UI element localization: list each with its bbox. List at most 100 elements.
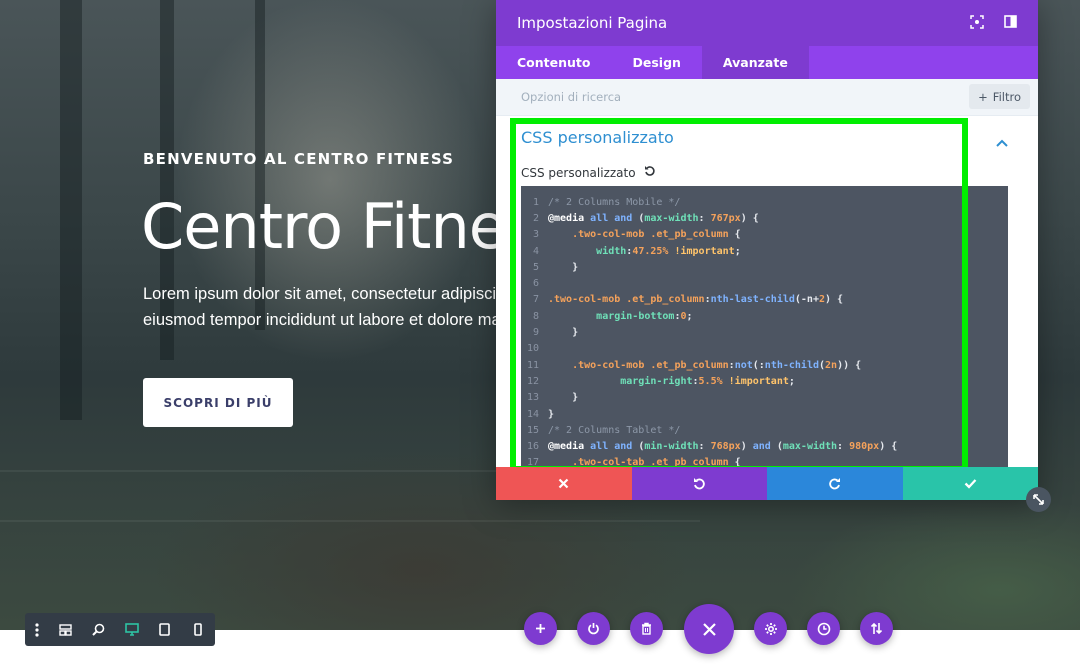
close-icon — [558, 478, 569, 489]
trash-button[interactable] — [630, 612, 663, 645]
line-number: 7 — [532, 294, 539, 306]
code-text: @media all and (min-width: 768px) and (m… — [548, 441, 898, 453]
power-icon — [588, 623, 599, 635]
resize-handle[interactable] — [1026, 487, 1051, 512]
floor-line — [0, 470, 500, 472]
sidebar-toggle-icon[interactable] — [1004, 15, 1020, 31]
filter-label: Filtro — [992, 89, 1021, 104]
css-code-editor[interactable]: 1 /* 2 Columns Mobile */ 2 @media all and (… — [521, 186, 1008, 468]
code-line[interactable]: 15 /* 2 Columns Tablet */ — [521, 422, 1008, 438]
line-number: 10 — [526, 343, 539, 355]
line-number: 4 — [532, 245, 539, 257]
plus-icon: + — [978, 89, 988, 104]
tab-contenuto[interactable]: Contenuto — [496, 46, 611, 79]
code-line[interactable]: 2 @media all and (max-width: 767px) { — [521, 210, 1008, 226]
line-number: 1 — [532, 196, 539, 208]
code-line[interactable]: 13 } — [521, 390, 1008, 406]
code-text: margin-bottom:0; — [596, 310, 693, 322]
wireframe-icon[interactable] — [49, 613, 82, 646]
section-title[interactable]: CSS personalizzato — [521, 128, 674, 147]
chevron-up-icon[interactable] — [996, 134, 1008, 147]
redo-icon — [829, 478, 841, 490]
filter-button[interactable]: + Filtro — [969, 84, 1030, 109]
code-line[interactable]: 12 margin-right:5.5% !important; — [521, 373, 1008, 389]
code-line[interactable]: 17 .two-col-tab .et_pb_column { — [521, 455, 1008, 468]
code-line[interactable]: 3 .two-col-mob .et_pb_column { — [521, 227, 1008, 243]
page-settings-modal: Impostazioni Pagina Contenuto Design Ava… — [496, 0, 1038, 500]
line-number: 3 — [532, 229, 539, 241]
add-button[interactable] — [524, 612, 557, 645]
tab-avanzate[interactable]: Avanzate — [701, 46, 809, 79]
save-button[interactable] — [902, 467, 1038, 500]
close-icon — [702, 622, 716, 636]
code-text: } — [548, 392, 579, 404]
code-line[interactable]: 5 } — [521, 259, 1008, 275]
zoom-icon[interactable] — [82, 613, 115, 646]
modal-title: Impostazioni Pagina — [517, 14, 668, 32]
portability-button[interactable] — [860, 612, 893, 645]
cancel-button[interactable] — [496, 467, 632, 500]
settings-button[interactable] — [754, 612, 787, 645]
line-number: 16 — [526, 441, 539, 453]
redo-button[interactable] — [767, 467, 903, 500]
target-icon[interactable] — [970, 15, 986, 31]
sort-icon — [870, 622, 883, 635]
code-line[interactable]: 4 width:47.25% !important; — [521, 243, 1008, 259]
resize-icon — [1033, 494, 1044, 505]
undo-icon — [693, 478, 705, 490]
desktop-icon[interactable] — [115, 613, 148, 646]
line-number: 11 — [526, 359, 539, 371]
line-number: 6 — [532, 278, 539, 290]
code-line[interactable]: 1 /* 2 Columns Mobile */ — [521, 194, 1008, 210]
code-text: @media all and (max-width: 767px) { — [548, 212, 759, 224]
code-text: .two-col-mob .et_pb_column:not(:nth-chil… — [572, 359, 862, 371]
gear-icon — [764, 622, 777, 635]
menu-dots-icon[interactable] — [25, 613, 49, 646]
options-search[interactable]: Opzioni di ricerca + Filtro — [496, 79, 1038, 116]
line-number: 15 — [526, 424, 539, 436]
search-input[interactable]: Opzioni di ricerca — [521, 90, 621, 104]
code-text: /* 2 Columns Mobile */ — [548, 196, 681, 208]
tab-design[interactable]: Design — [611, 46, 701, 79]
modal-header[interactable]: Impostazioni Pagina — [496, 0, 1038, 46]
close-builder-button[interactable] — [684, 604, 734, 654]
reset-icon[interactable] — [644, 165, 656, 180]
phone-icon[interactable] — [181, 613, 214, 646]
field-label: CSS personalizzato — [521, 165, 656, 180]
code-line[interactable]: 16 @media all and (min-width: 768px) and … — [521, 438, 1008, 454]
line-number: 2 — [532, 212, 539, 224]
tablet-icon[interactable] — [148, 613, 181, 646]
check-icon — [964, 479, 977, 489]
code-text: } — [548, 327, 579, 339]
line-number: 8 — [532, 310, 539, 322]
code-text: } — [548, 408, 555, 420]
field-label-text: CSS personalizzato — [521, 165, 636, 180]
code-text: .two-col-mob .et_pb_column { — [572, 229, 741, 241]
floor-line — [0, 520, 700, 522]
code-line[interactable]: 14} — [521, 406, 1008, 422]
code-line[interactable]: 6 — [521, 275, 1008, 291]
code-line[interactable]: 7 .two-col-mob .et_pb_column:nth-last-chi… — [521, 292, 1008, 308]
cta-button[interactable]: SCOPRI DI PIÙ — [143, 378, 293, 427]
line-number: 9 — [532, 327, 539, 339]
code-line[interactable]: 11 .two-col-mob .et_pb_column:not(:nth-c… — [521, 357, 1008, 373]
modal-actions — [496, 467, 1038, 500]
code-text: .two-col-mob .et_pb_column:nth-last-chil… — [548, 294, 844, 306]
code-line[interactable]: 9 } — [521, 324, 1008, 340]
history-button[interactable] — [807, 612, 840, 645]
background-pillar — [60, 0, 82, 420]
trash-icon — [642, 622, 651, 635]
history-icon — [817, 622, 830, 635]
code-text: } — [548, 261, 579, 273]
view-mode-toolbar — [25, 613, 215, 646]
power-button[interactable] — [577, 612, 610, 645]
line-number: 13 — [526, 392, 539, 404]
code-line[interactable]: 8 margin-bottom:0; — [521, 308, 1008, 324]
code-text: /* 2 Columns Tablet */ — [548, 424, 681, 436]
code-line[interactable]: 10 — [521, 341, 1008, 357]
line-number: 14 — [526, 408, 539, 420]
line-number: 5 — [532, 261, 539, 273]
line-number: 12 — [526, 375, 539, 387]
undo-button[interactable] — [631, 467, 767, 500]
hero-subtitle: BENVENUTO AL CENTRO FITNESS — [143, 150, 455, 168]
